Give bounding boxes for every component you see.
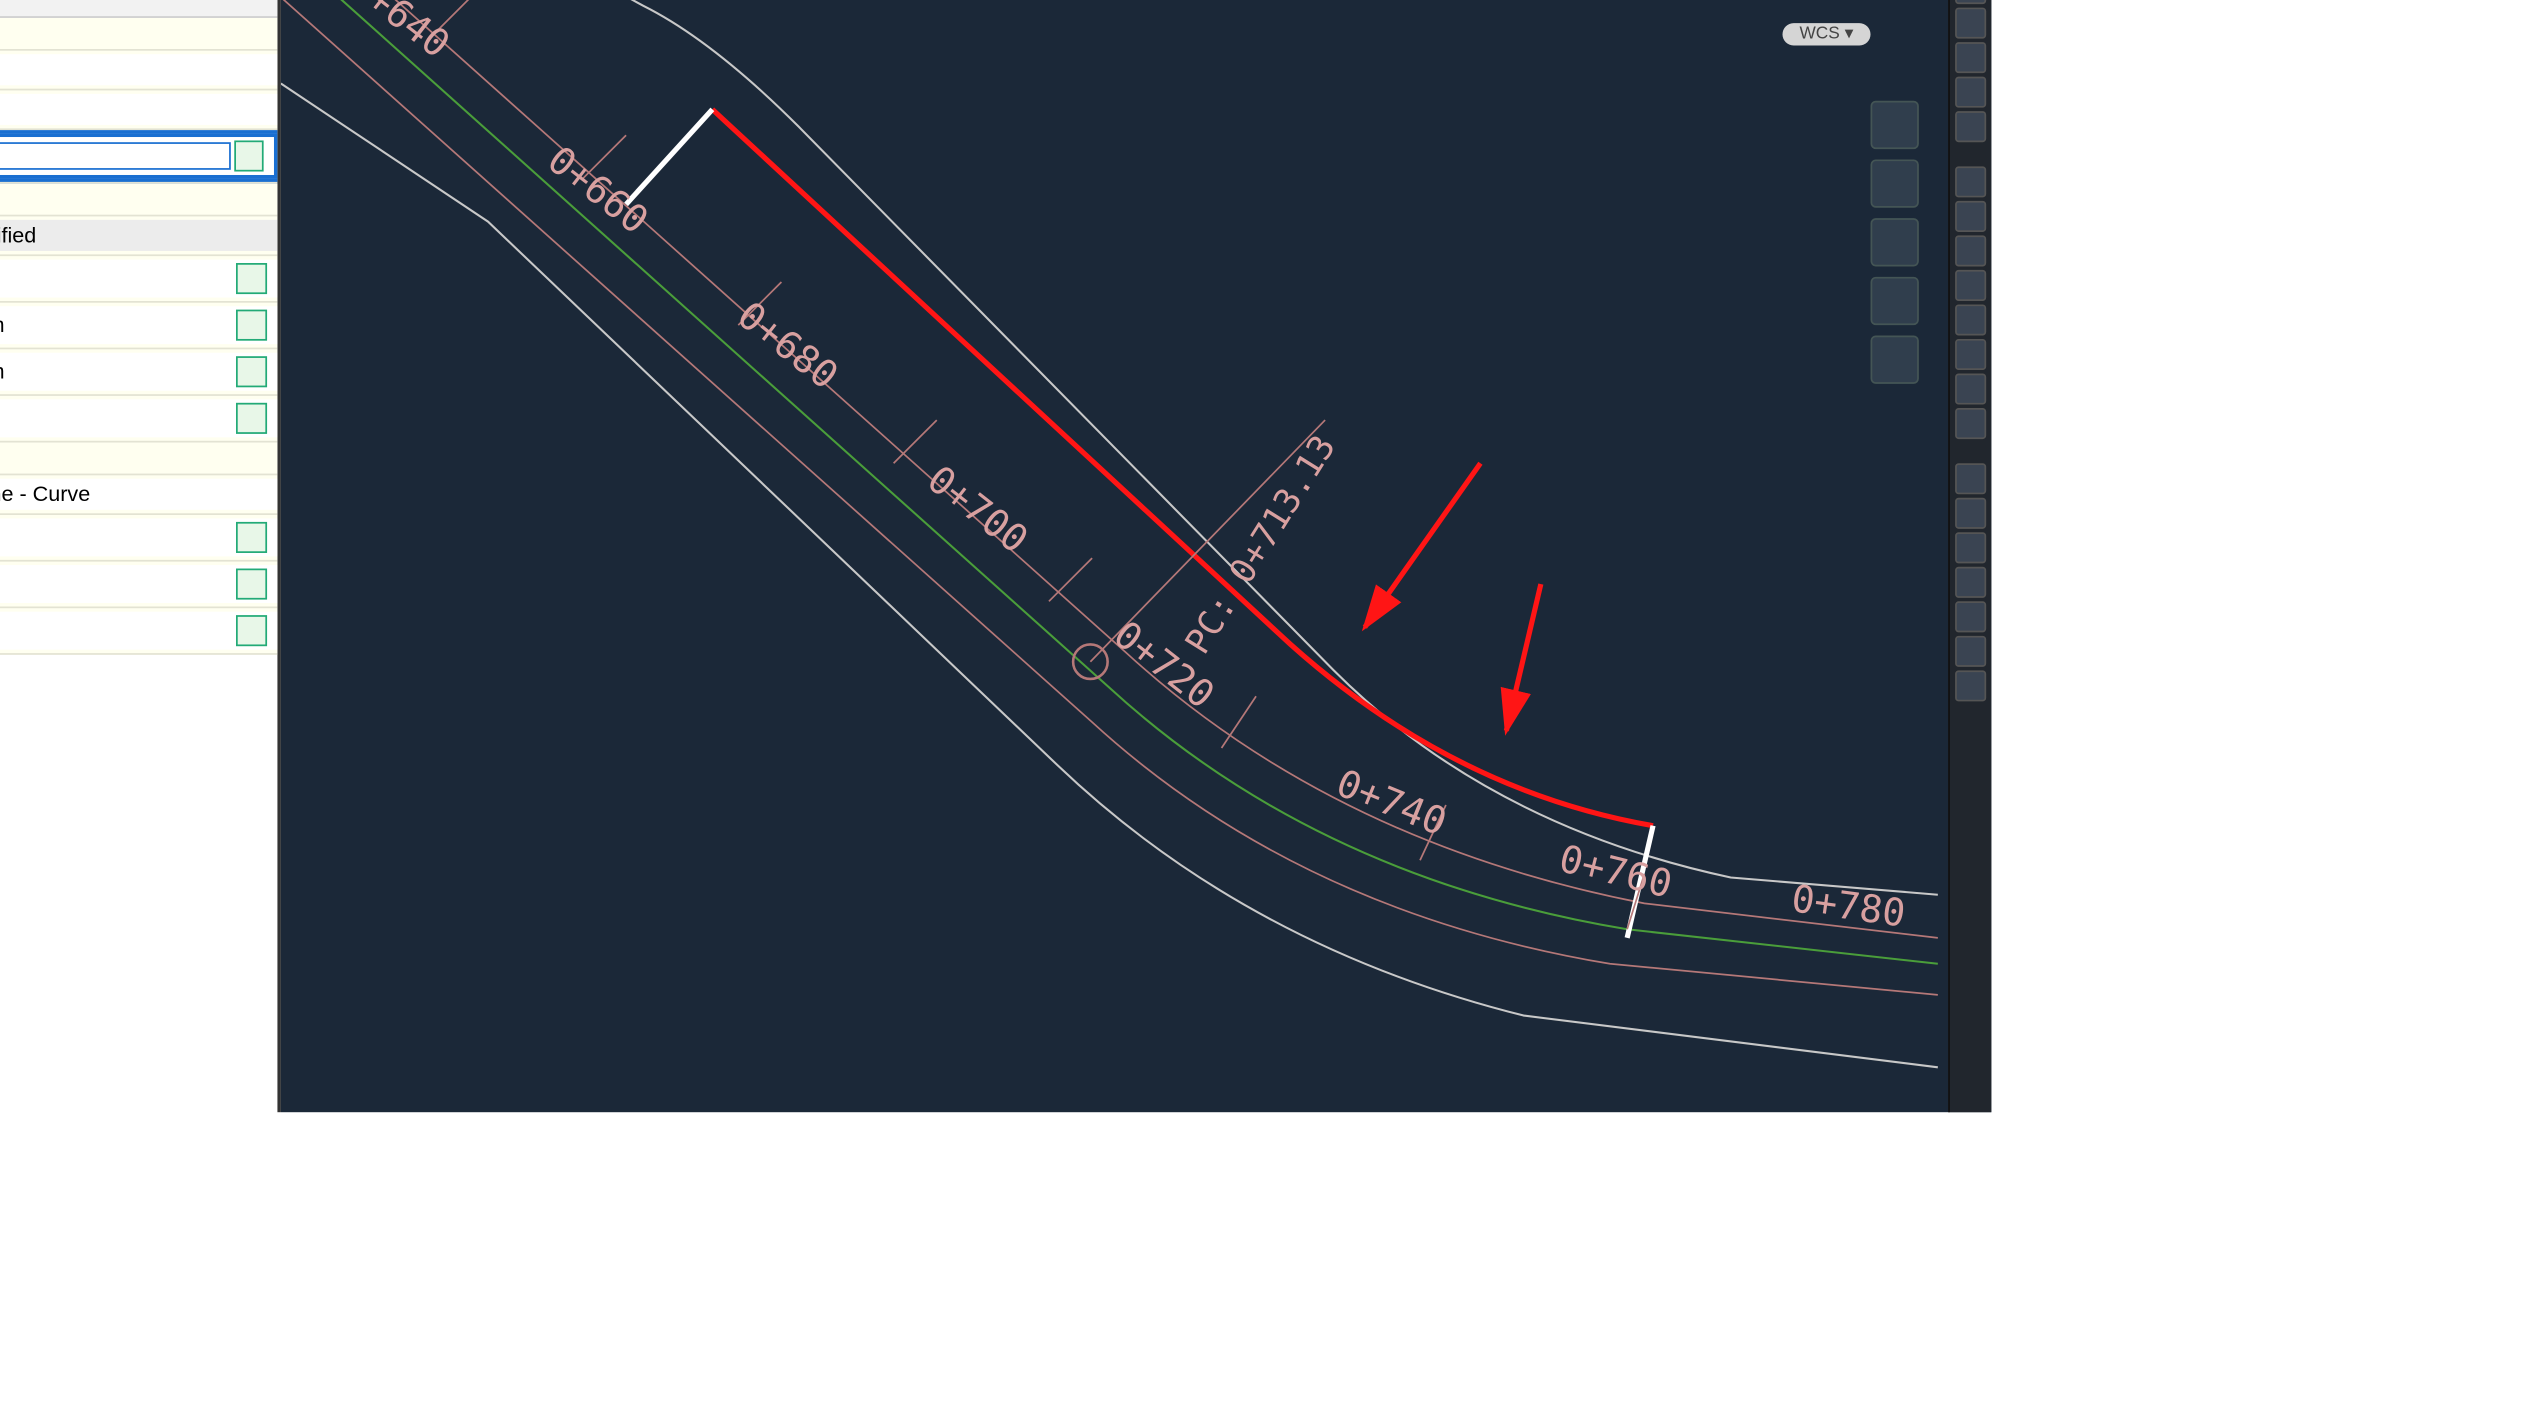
tool-icon[interactable] <box>1955 111 1986 142</box>
tool-icon[interactable] <box>1955 532 1986 563</box>
tin-length-input[interactable] <box>0 142 232 170</box>
tool-icon[interactable] <box>1955 498 1986 529</box>
tool-icon[interactable] <box>1955 235 1986 266</box>
tool-icon[interactable] <box>1955 636 1986 667</box>
nav-tools <box>1871 101 1919 384</box>
viewcube-south[interactable]: S <box>1767 0 1784 4</box>
wr-start-value[interactable]: 0+761.80m <box>0 306 277 344</box>
pick-value-button[interactable] <box>236 403 267 434</box>
tool-icon[interactable] <box>1955 304 1986 335</box>
zoom-icon[interactable] <box>1871 218 1919 266</box>
pick-value-button[interactable] <box>236 263 267 294</box>
tool-icon[interactable] <box>1955 201 1986 232</box>
orbit-icon[interactable] <box>1871 277 1919 325</box>
tool-icon[interactable] <box>1955 463 1986 494</box>
pan-icon[interactable] <box>1871 159 1919 207</box>
tool-icon[interactable] <box>1955 670 1986 701</box>
tout-type-value[interactable]: Curve - Line - Curve <box>0 479 277 510</box>
right-sidebar-outer <box>1948 0 1991 1112</box>
tool-icon[interactable] <box>1955 373 1986 404</box>
offset-alignment-panel: OFFSET ALIGNMENT PARAMETERS Alignment Na… <box>0 0 281 1112</box>
grid-header-value: Value <box>0 0 277 16</box>
tool-icon[interactable] <box>1955 339 1986 370</box>
wr-len-value[interactable]: 172.851m <box>0 399 277 437</box>
wr-end-value[interactable]: 0+934.66m <box>0 353 277 391</box>
tin-type-value[interactable]: Linear <box>0 54 277 85</box>
tool-icon[interactable] <box>1955 270 1986 301</box>
tool-icon[interactable] <box>1955 0 1986 4</box>
pick-value-button[interactable] <box>236 522 267 553</box>
drawing-canvas[interactable]: 0+640 0+660 0+680 0+700 0+720 0+740 0+76… <box>281 0 1991 1112</box>
pick-value-button[interactable] <box>236 569 267 600</box>
tin-taper-value[interactable]: By Length <box>0 94 277 125</box>
pick-value-button[interactable] <box>235 140 264 171</box>
tool-icon[interactable] <box>1955 42 1986 73</box>
wcs-badge[interactable]: WCS ▾ <box>1782 23 1870 45</box>
tool-icon[interactable] <box>1955 77 1986 108</box>
property-grid: Property Value ⊟ Transition In ├ Transit… <box>0 0 277 1112</box>
tool-icon[interactable] <box>1955 166 1986 197</box>
tout-c1-value[interactable]: 20.000m <box>0 565 277 603</box>
pick-value-button[interactable] <box>236 310 267 341</box>
nav-wheel-icon[interactable] <box>1871 101 1919 149</box>
showmotion-icon[interactable] <box>1871 336 1919 384</box>
tool-icon[interactable] <box>1955 567 1986 598</box>
tool-icon[interactable] <box>1955 8 1986 39</box>
wr-region-type-value: User Specified <box>0 220 277 251</box>
tool-icon[interactable] <box>1955 601 1986 632</box>
drawing-viewport[interactable]: [–][Top][2D Wireframe] — ◻ ✕ <box>281 0 1991 1112</box>
tout-c2-value[interactable]: 20.000m <box>0 612 277 650</box>
tool-icon[interactable] <box>1955 408 1986 439</box>
tin-length-value[interactable] <box>0 134 277 179</box>
wr-offset-value[interactable]: -10.000m <box>0 260 277 298</box>
pick-value-button[interactable] <box>236 356 267 387</box>
tout-length-value[interactable]: 25.000m <box>0 518 277 556</box>
drawing-svg <box>281 0 1991 1112</box>
pick-value-button[interactable] <box>236 615 267 646</box>
